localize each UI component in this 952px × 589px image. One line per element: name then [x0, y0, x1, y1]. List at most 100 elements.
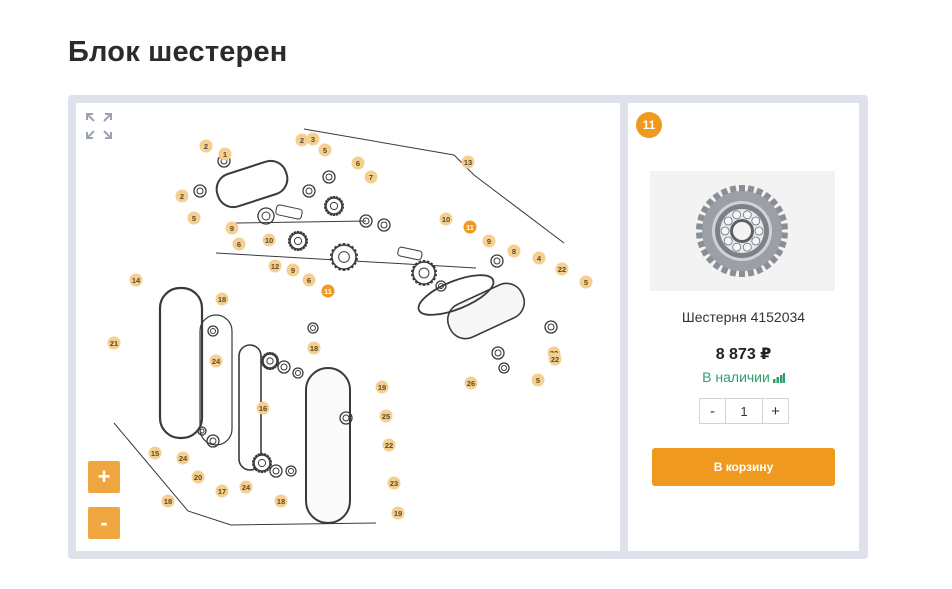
callout-15[interactable]: 15 [148, 446, 162, 460]
callout-22[interactable]: 22 [548, 352, 562, 366]
callout-20[interactable]: 20 [191, 470, 205, 484]
callout-25[interactable]: 25 [379, 409, 393, 423]
callout-24[interactable]: 24 [176, 451, 190, 465]
svg-text:13: 13 [464, 158, 472, 167]
svg-text:17: 17 [218, 487, 226, 496]
svg-text:5: 5 [536, 376, 540, 385]
callout-1[interactable]: 1 [218, 147, 232, 161]
svg-text:18: 18 [164, 497, 172, 506]
ring-part [307, 322, 319, 334]
callout-11[interactable]: 11 [463, 220, 477, 234]
callout-13[interactable]: 13 [461, 155, 475, 169]
callout-2[interactable]: 2 [295, 133, 309, 147]
zoom-out-button[interactable]: - [88, 507, 120, 539]
product-price: 8 873 ₽ [715, 346, 772, 363]
callout-2[interactable]: 2 [199, 139, 213, 153]
left-plate-part [158, 286, 204, 440]
zoom-in-button[interactable]: + [88, 461, 120, 493]
svg-text:21: 21 [110, 339, 118, 348]
ring-part [490, 254, 504, 268]
svg-text:6: 6 [237, 240, 241, 249]
ring-part [193, 184, 207, 198]
quantity-input[interactable] [726, 399, 762, 423]
callout-23[interactable]: 23 [387, 476, 401, 490]
svg-text:6: 6 [356, 159, 360, 168]
callout-16[interactable]: 16 [256, 401, 270, 415]
svg-text:20: 20 [194, 473, 202, 482]
expand-icon[interactable] [84, 111, 114, 141]
stock-status: В наличии [628, 369, 859, 385]
callout-10[interactable]: 10 [439, 212, 453, 226]
quantity-decrease-button[interactable]: - [700, 399, 726, 423]
svg-text:10: 10 [265, 236, 273, 245]
callout-5[interactable]: 5 [531, 373, 545, 387]
ring-part [197, 426, 207, 436]
svg-text:22: 22 [558, 265, 566, 274]
callout-9[interactable]: 9 [482, 234, 496, 248]
callout-6[interactable]: 6 [232, 237, 246, 251]
callout-22[interactable]: 22 [555, 262, 569, 276]
callout-10[interactable]: 10 [262, 233, 276, 247]
callout-5[interactable]: 5 [318, 143, 332, 157]
svg-text:2: 2 [180, 192, 184, 201]
callout-9[interactable]: 9 [286, 263, 300, 277]
stock-label: В наличии [702, 369, 770, 385]
callout-6[interactable]: 6 [302, 273, 316, 287]
callout-21[interactable]: 21 [107, 336, 121, 350]
callout-24[interactable]: 24 [239, 480, 253, 494]
svg-text:10: 10 [442, 215, 450, 224]
svg-text:3: 3 [311, 135, 315, 144]
svg-text:11: 11 [466, 223, 474, 232]
callout-9[interactable]: 9 [225, 221, 239, 235]
svg-text:22: 22 [385, 441, 393, 450]
svg-text:22: 22 [551, 355, 559, 364]
callout-8[interactable]: 8 [507, 244, 521, 258]
svg-text:14: 14 [132, 276, 141, 285]
callout-22[interactable]: 22 [382, 438, 396, 452]
callout-11[interactable]: 11 [321, 284, 335, 298]
callout-4[interactable]: 4 [532, 251, 546, 265]
diagram-drawing: 2125313672596 1012 91011984225611141821241… [107, 128, 593, 526]
callout-6[interactable]: 6 [351, 156, 365, 170]
page-title: Блок шестерен [68, 36, 288, 68]
callout-18[interactable]: 18 [215, 292, 229, 306]
gear-part [287, 231, 309, 251]
callout-5[interactable]: 5 [579, 275, 593, 289]
callout-7[interactable]: 7 [364, 170, 378, 184]
svg-text:12: 12 [271, 262, 279, 271]
exploded-diagram[interactable]: 2 1 2 5 3 13 6 7 2 5 9 6 10 12 9 10 11 9 8 4 22 5 6 11 14 18 21 24 1… [76, 103, 620, 551]
svg-text:5: 5 [192, 214, 196, 223]
product-card: 11 Шестерня 4152034 8 873 ₽ В наличии - … [628, 103, 859, 551]
ring-part [292, 367, 304, 379]
part-number-badge: 11 [636, 112, 662, 138]
ring-part [285, 465, 297, 477]
callout-2[interactable]: 2 [175, 189, 189, 203]
svg-text:11: 11 [324, 287, 332, 296]
svg-text:6: 6 [307, 276, 311, 285]
ring-part [257, 207, 275, 225]
svg-text:23: 23 [390, 479, 398, 488]
callout-24[interactable]: 24 [209, 354, 223, 368]
svg-text:16: 16 [259, 404, 267, 413]
ring-part [498, 362, 510, 374]
callout-5[interactable]: 5 [187, 211, 201, 225]
quantity-increase-button[interactable]: + [762, 399, 788, 423]
callout-18[interactable]: 18 [307, 341, 321, 355]
callout-12[interactable]: 12 [268, 259, 282, 273]
callout-19[interactable]: 19 [391, 506, 405, 520]
svg-text:26: 26 [467, 379, 475, 388]
callout-3[interactable]: 3 [306, 132, 320, 146]
svg-text:18: 18 [310, 344, 318, 353]
callout-19[interactable]: 19 [375, 380, 389, 394]
svg-text:18: 18 [277, 497, 285, 506]
callout-26[interactable]: 26 [464, 376, 478, 390]
svg-text:5: 5 [323, 146, 327, 155]
add-to-cart-button[interactable]: В корзину [652, 448, 835, 486]
callout-18[interactable]: 18 [274, 494, 288, 508]
callout-17[interactable]: 17 [215, 484, 229, 498]
callout-14[interactable]: 14 [129, 273, 143, 287]
product-name: Шестерня 4152034 [681, 309, 806, 325]
svg-text:18: 18 [218, 295, 226, 304]
svg-text:9: 9 [230, 224, 234, 233]
callout-18[interactable]: 18 [161, 494, 175, 508]
